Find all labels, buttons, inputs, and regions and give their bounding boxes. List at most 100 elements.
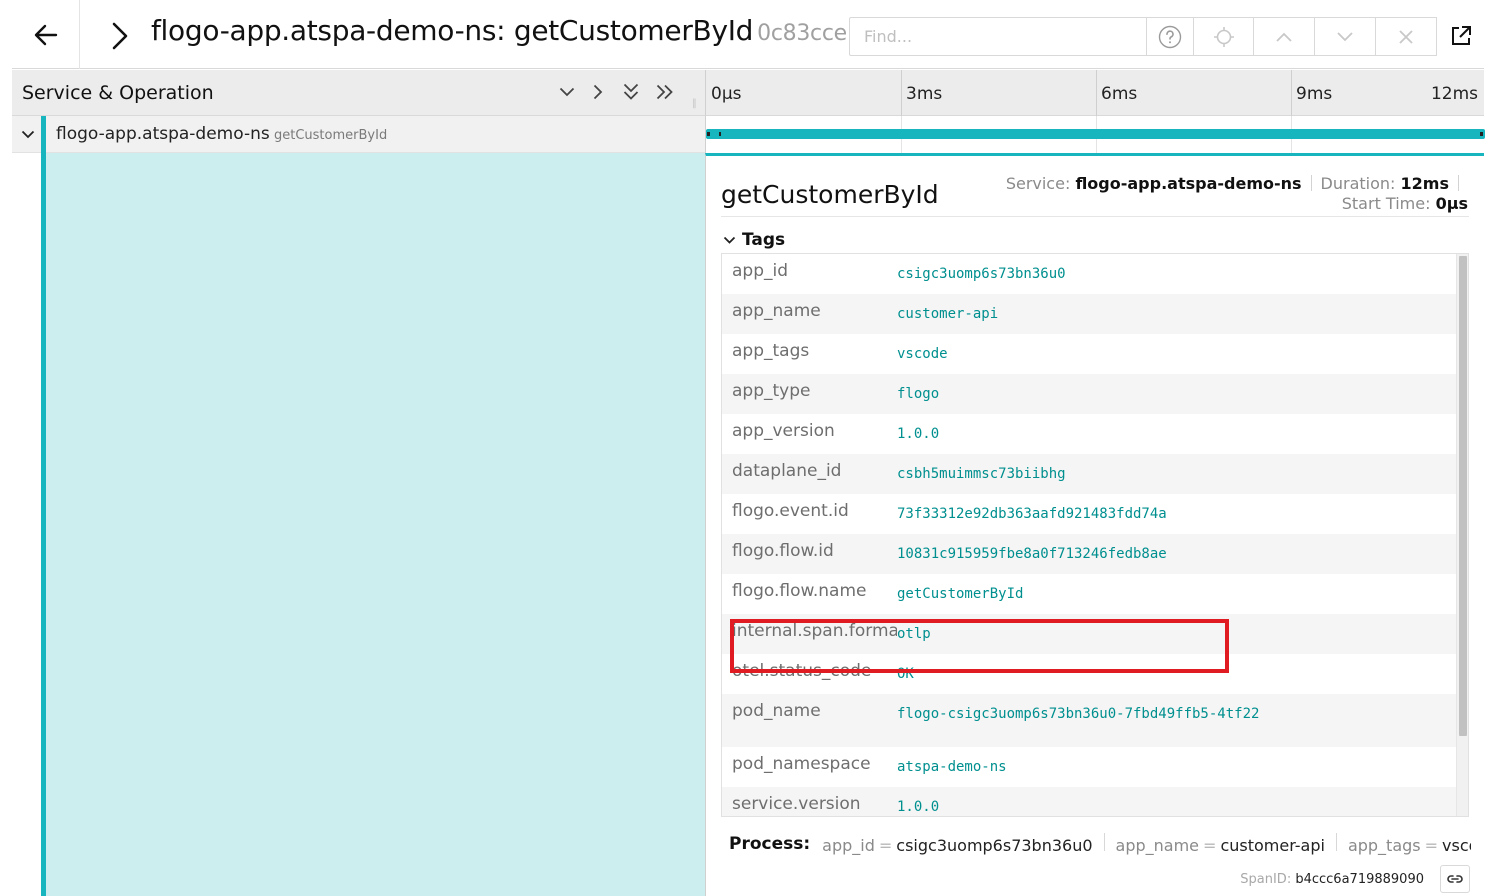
tick-label: 6ms bbox=[1101, 84, 1138, 104]
span-id-value: b4ccc6a719889090 bbox=[1295, 872, 1424, 887]
chevron-down-icon bbox=[723, 236, 736, 244]
tag-row[interactable]: app_id csigc3uomp6s73bn36u0 bbox=[722, 254, 1456, 294]
span-log-marker bbox=[707, 132, 710, 136]
process-key: app_name bbox=[1115, 836, 1200, 855]
copy-link-button[interactable] bbox=[1440, 865, 1470, 893]
process-key: app_id bbox=[822, 836, 875, 855]
tag-value: OK bbox=[897, 666, 914, 682]
tick-line bbox=[901, 70, 902, 116]
tag-key: app_tags bbox=[732, 341, 810, 361]
span-log-marker bbox=[719, 132, 721, 136]
tag-key: dataplane_id bbox=[732, 461, 842, 481]
tag-value: 10831c915959fbe8a0f713246fedb8ae bbox=[897, 546, 1167, 562]
tag-key: app_name bbox=[732, 301, 821, 321]
process-key: app_tags bbox=[1347, 836, 1421, 855]
tag-key: otel.status_code bbox=[732, 661, 872, 681]
tag-key: pod_namespace bbox=[732, 754, 871, 774]
timeline-row[interactable] bbox=[705, 116, 1485, 153]
chevron-down-icon bbox=[21, 130, 35, 138]
chevron-down-icon bbox=[1337, 31, 1353, 41]
collapse-all-button[interactable] bbox=[620, 80, 642, 104]
process-kv: app_tags=vsco... bbox=[1348, 836, 1471, 855]
tag-value: getCustomerById bbox=[897, 586, 1024, 602]
divider bbox=[1310, 175, 1312, 191]
equals-sign: = bbox=[878, 836, 893, 855]
process-kv: app_name = customer-api bbox=[1116, 836, 1325, 855]
tag-value: 1.0.0 bbox=[897, 426, 940, 442]
span-id: SpanID: b4ccc6a719889090 bbox=[1240, 872, 1424, 887]
previous-match-button[interactable] bbox=[1254, 17, 1315, 56]
process-value: csigc3uomp6s73bn36u0 bbox=[896, 836, 1093, 855]
collapse-one-button[interactable] bbox=[556, 80, 578, 104]
column-resize-handle[interactable]: || bbox=[692, 98, 697, 109]
process-title: Process: bbox=[729, 834, 811, 854]
service-value: flogo-app.atspa-demo-ns bbox=[1075, 174, 1302, 193]
tag-row[interactable]: app_version 1.0.0 bbox=[722, 414, 1456, 454]
process-kv: app_id = csigc3uomp6s73bn36u0 bbox=[822, 836, 1092, 855]
tags-toggle[interactable]: Tags bbox=[723, 228, 785, 252]
tag-value: vscode bbox=[897, 346, 948, 362]
tag-row[interactable]: app_type flogo bbox=[722, 374, 1456, 414]
span-detail-panel: getCustomerById Service: flogo-app.atspa… bbox=[705, 153, 1484, 896]
tags-title: Tags bbox=[742, 230, 786, 250]
tag-row[interactable]: pod_name flogo-csigc3uomp6s73bn36u0-7fbd4… bbox=[722, 694, 1456, 747]
tick-label: 3ms bbox=[906, 84, 943, 104]
double-chevron-right-icon bbox=[656, 84, 673, 100]
column-title: Service & Operation bbox=[22, 82, 214, 104]
tag-row[interactable]: dataplane_id csbh5muimmsc73biibhg bbox=[722, 454, 1456, 494]
scroll-thumb[interactable] bbox=[1459, 256, 1467, 736]
tag-key: service.version bbox=[732, 794, 861, 814]
tag-value: flogo bbox=[897, 386, 940, 402]
find-input[interactable] bbox=[850, 18, 1146, 55]
back-button[interactable] bbox=[12, 0, 80, 69]
span-detail-background bbox=[46, 153, 705, 896]
span-operation-name: getCustomerById bbox=[274, 128, 388, 143]
timeline-header: 0µs 3ms 6ms 9ms 12ms bbox=[705, 70, 1484, 116]
tag-row[interactable]: pod_namespace atspa-demo-ns bbox=[722, 747, 1456, 787]
tag-value: flogo-csigc3uomp6s73bn36u0-7fbd49ffb5-4t… bbox=[897, 706, 1260, 722]
chevron-right-icon bbox=[593, 84, 603, 100]
tags-scrollbar[interactable] bbox=[1456, 254, 1468, 816]
span-toggle-button[interactable] bbox=[18, 123, 38, 145]
open-external-button[interactable] bbox=[1446, 20, 1476, 52]
tag-row[interactable]: app_tags vscode bbox=[722, 334, 1456, 374]
external-link-icon bbox=[1452, 26, 1471, 45]
tag-row[interactable]: otel.status_code OK bbox=[722, 654, 1456, 694]
duration-label: Duration: bbox=[1320, 174, 1396, 193]
tag-row[interactable]: service.version 1.0.0 bbox=[722, 787, 1456, 816]
trace-id: 0c83cce bbox=[757, 21, 847, 46]
expand-one-button[interactable] bbox=[587, 80, 609, 104]
clear-search-button[interactable] bbox=[1376, 17, 1437, 56]
process-value: customer-api bbox=[1220, 836, 1325, 855]
tag-key: flogo.event.id bbox=[732, 501, 849, 521]
tag-key: app_type bbox=[732, 381, 811, 401]
tag-value: csigc3uomp6s73bn36u0 bbox=[897, 266, 1066, 282]
start-time-label: Start Time: bbox=[1341, 194, 1431, 213]
process-summary: app_id = csigc3uomp6s73bn36u0 app_name = cust… bbox=[822, 833, 1471, 855]
locate-button[interactable] bbox=[1194, 17, 1254, 56]
tag-row[interactable]: flogo.flow.id 10831c915959fbe8a0f713246fe… bbox=[722, 534, 1456, 574]
tag-row[interactable]: flogo.flow.name getCustomerById bbox=[722, 574, 1456, 614]
span-row[interactable]: flogo-app.atspa-demo-ns getCustomerById bbox=[12, 116, 705, 153]
tag-value: csbh5muimmsc73biibhg bbox=[897, 466, 1066, 482]
chevron-up-icon bbox=[1276, 32, 1292, 42]
divider bbox=[1335, 833, 1337, 851]
span-duration-bar[interactable] bbox=[706, 129, 1485, 139]
trace-name: flogo-app.atspa-demo-ns: getCustomerById bbox=[151, 14, 754, 47]
span-service-name: flogo-app.atspa-demo-ns bbox=[56, 124, 270, 144]
process-section[interactable]: Process: app_id = csigc3uomp6s73bn36u0 app_… bbox=[723, 832, 1471, 856]
service-operation-header: Service & Operation || bbox=[12, 70, 705, 116]
tag-row[interactable]: internal.span.format otlp bbox=[722, 614, 1456, 654]
expand-trace-button[interactable] bbox=[100, 14, 140, 58]
tag-key: app_id bbox=[732, 261, 789, 281]
keyboard-help-button[interactable] bbox=[1146, 17, 1194, 56]
tag-row[interactable]: app_name customer-api bbox=[722, 294, 1456, 334]
tag-row[interactable]: flogo.event.id 73f33312e92db363aafd921483… bbox=[722, 494, 1456, 534]
tick-label: 9ms bbox=[1296, 84, 1333, 104]
next-match-button[interactable] bbox=[1315, 17, 1376, 56]
arrow-left-icon bbox=[34, 24, 57, 45]
expand-all-button[interactable] bbox=[654, 80, 676, 104]
tick-line bbox=[1096, 70, 1097, 116]
chevron-down-icon bbox=[559, 87, 575, 97]
tag-value: 73f33312e92db363aafd921483fdd74a bbox=[897, 506, 1167, 522]
